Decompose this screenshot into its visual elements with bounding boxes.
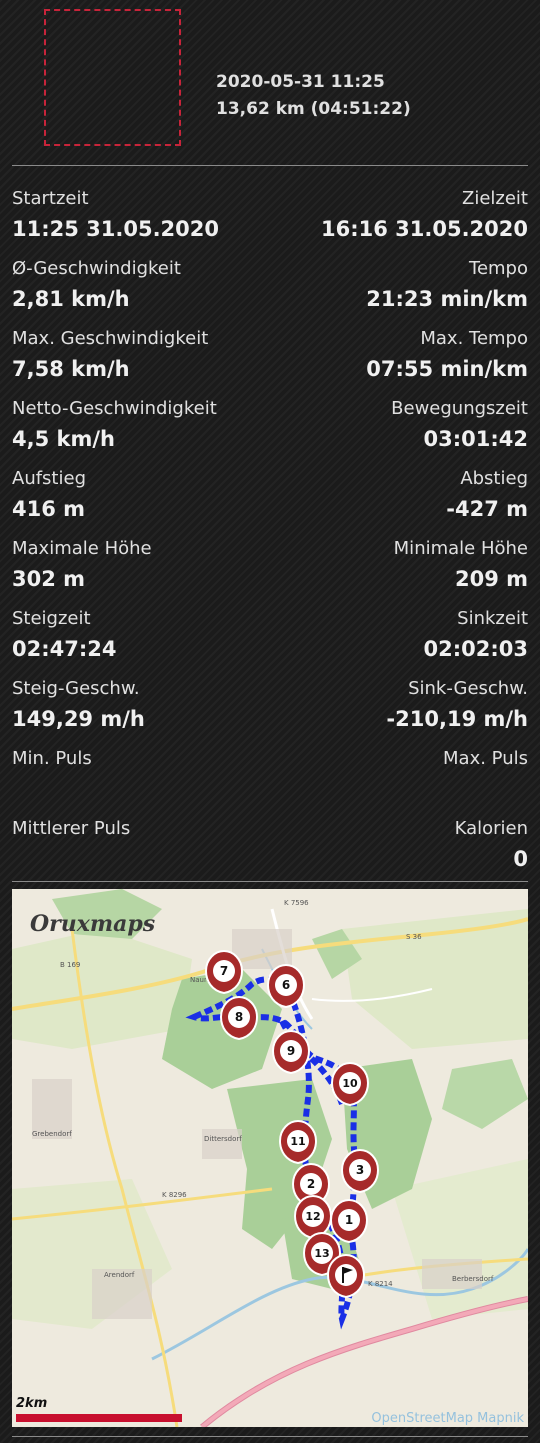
divider-map <box>12 881 528 882</box>
finish-flag-icon[interactable] <box>326 1253 366 1299</box>
stat-label-end-time: Zielzeit <box>462 188 528 209</box>
waypoint-marker-12[interactable]: 12 <box>293 1194 333 1240</box>
stat-value-end-time: 16:16 31.05.2020 <box>320 217 528 241</box>
map-place-dittersdorf: Dittersdorf <box>204 1135 242 1143</box>
stat-row-speed: Ø-Geschwindigkeit 2,81 km/h Tempo 21:23 mi… <box>12 258 528 328</box>
waypoint-label-6: 6 <box>282 978 290 992</box>
waypoint-marker-1[interactable]: 1 <box>329 1198 369 1244</box>
map-place-arendorf: Arendorf <box>104 1271 135 1279</box>
stat-label-climb-time: Steigzeit <box>12 608 91 629</box>
stat-label-min-altitude: Minimale Höhe <box>393 538 528 559</box>
track-date-time: 2020-05-31 11:25 <box>216 72 385 92</box>
map-scale-label: 2km <box>16 1396 47 1411</box>
stat-value-avg-speed: 2,81 km/h <box>12 287 130 311</box>
stat-value-max-pace: 07:55 min/km <box>366 357 528 381</box>
stat-label-start-time: Startzeit <box>12 188 89 209</box>
waypoint-marker-7[interactable]: 7 <box>204 949 244 995</box>
stat-row-altitude: Maximale Höhe 302 m Minimale Höhe 209 m <box>12 538 528 608</box>
waypoint-marker-10[interactable]: 10 <box>330 1061 370 1107</box>
waypoint-marker-3[interactable]: 3 <box>340 1148 380 1194</box>
stat-label-sink-rate: Sink-Geschw. <box>408 678 528 699</box>
stat-row-ascent: Aufstieg 416 m Abstieg -427 m <box>12 468 528 538</box>
track-distance-duration: 13,62 km (04:51:22) <box>216 99 411 119</box>
stat-label-avg-speed: Ø-Geschwindigkeit <box>12 258 181 279</box>
stat-label-ascent: Aufstieg <box>12 468 86 489</box>
stat-row-avg-pulse: Mittlerer Puls Kalorien 0 <box>12 818 528 888</box>
waypoint-marker-11[interactable]: 11 <box>278 1119 318 1165</box>
map-road-s36: S 36 <box>406 933 422 941</box>
stat-label-pace: Tempo <box>469 258 528 279</box>
divider-top <box>12 165 528 166</box>
waypoint-marker-6[interactable]: 6 <box>266 963 306 1009</box>
stat-value-max-altitude: 302 m <box>12 567 86 591</box>
map-road-k7596: K 7596 <box>284 899 309 907</box>
stat-label-net-speed: Netto-Geschwindigkeit <box>12 398 217 419</box>
waypoint-label-13: 13 <box>314 1247 329 1260</box>
stat-row-pulse: Min. Puls Max. Puls <box>12 748 528 818</box>
waypoint-marker-8[interactable]: 8 <box>219 995 259 1041</box>
stat-value-moving-time: 03:01:42 <box>423 427 528 451</box>
waypoint-marker-9[interactable]: 9 <box>271 1029 311 1075</box>
track-header: 2020-05-31 11:25 13,62 km (04:51:22) <box>0 0 540 166</box>
waypoint-label-10: 10 <box>342 1077 358 1090</box>
waypoint-label-12: 12 <box>305 1210 320 1223</box>
stat-value-climb-time: 02:47:24 <box>12 637 117 661</box>
map-road-b169: B 169 <box>60 961 80 969</box>
waypoint-label-7: 7 <box>220 964 228 978</box>
stat-label-sink-time: Sinkzeit <box>457 608 528 629</box>
oruxmaps-logo: Oruxmaps <box>30 911 155 937</box>
track-map[interactable]: Naundorf Dittersdorf Grebendorf Arendorf… <box>12 889 528 1427</box>
waypoint-label-2: 2 <box>307 1177 315 1191</box>
stat-label-max-speed: Max. Geschwindigkeit <box>12 328 209 349</box>
stat-label-calories: Kalorien <box>454 818 528 839</box>
stat-value-net-speed: 4,5 km/h <box>12 427 115 451</box>
stat-label-climb-rate: Steig-Geschw. <box>12 678 140 699</box>
map-scale-bar <box>16 1414 182 1422</box>
stat-row-climb-time: Steigzeit 02:47:24 Sinkzeit 02:02:03 <box>12 608 528 678</box>
track-thumbnail[interactable] <box>44 9 181 146</box>
stat-value-sink-time: 02:02:03 <box>423 637 528 661</box>
stat-row-time: Startzeit 11:25 31.05.2020 Zielzeit 16:16 … <box>12 188 528 258</box>
waypoint-label-8: 8 <box>235 1010 243 1024</box>
stat-value-descent: -427 m <box>446 497 528 521</box>
map-place-grebendorf: Grebendorf <box>32 1130 72 1138</box>
stat-value-ascent: 416 m <box>12 497 86 521</box>
stat-label-avg-pulse: Mittlerer Puls <box>12 818 131 839</box>
stat-row-max-speed: Max. Geschwindigkeit 7,58 km/h Max. Tempo… <box>12 328 528 398</box>
map-place-berbersdorf: Berbersdorf <box>452 1275 494 1283</box>
stat-value-pace: 21:23 min/km <box>366 287 528 311</box>
stat-value-start-time: 11:25 31.05.2020 <box>12 217 220 241</box>
map-attribution[interactable]: OpenStreetMap Mapnik <box>371 1411 524 1426</box>
stat-value-max-speed: 7,58 km/h <box>12 357 130 381</box>
stat-label-max-pulse: Max. Puls <box>443 748 528 769</box>
map-road-k8214: K 8214 <box>368 1280 393 1288</box>
stat-value-calories: 0 <box>513 847 528 871</box>
stat-label-max-pace: Max. Tempo <box>420 328 528 349</box>
stat-row-climb-rate: Steig-Geschw. 149,29 m/h Sink-Geschw. -210… <box>12 678 528 748</box>
divider-bottom <box>12 1436 528 1437</box>
stat-row-net-speed: Netto-Geschwindigkeit 4,5 km/h Bewegungsz… <box>12 398 528 468</box>
stat-value-min-altitude: 209 m <box>454 567 528 591</box>
stat-label-min-pulse: Min. Puls <box>12 748 92 769</box>
stat-label-descent: Abstieg <box>460 468 528 489</box>
stat-value-climb-rate: 149,29 m/h <box>12 707 145 731</box>
waypoint-label-9: 9 <box>287 1044 295 1058</box>
stat-label-max-altitude: Maximale Höhe <box>12 538 152 559</box>
waypoint-label-11: 11 <box>290 1135 305 1148</box>
waypoint-label-3: 3 <box>356 1163 364 1177</box>
map-road-k8296: K 8296 <box>162 1191 187 1199</box>
waypoint-label-1: 1 <box>345 1213 353 1227</box>
stat-value-sink-rate: -210,19 m/h <box>386 707 528 731</box>
stat-label-moving-time: Bewegungszeit <box>391 398 528 419</box>
